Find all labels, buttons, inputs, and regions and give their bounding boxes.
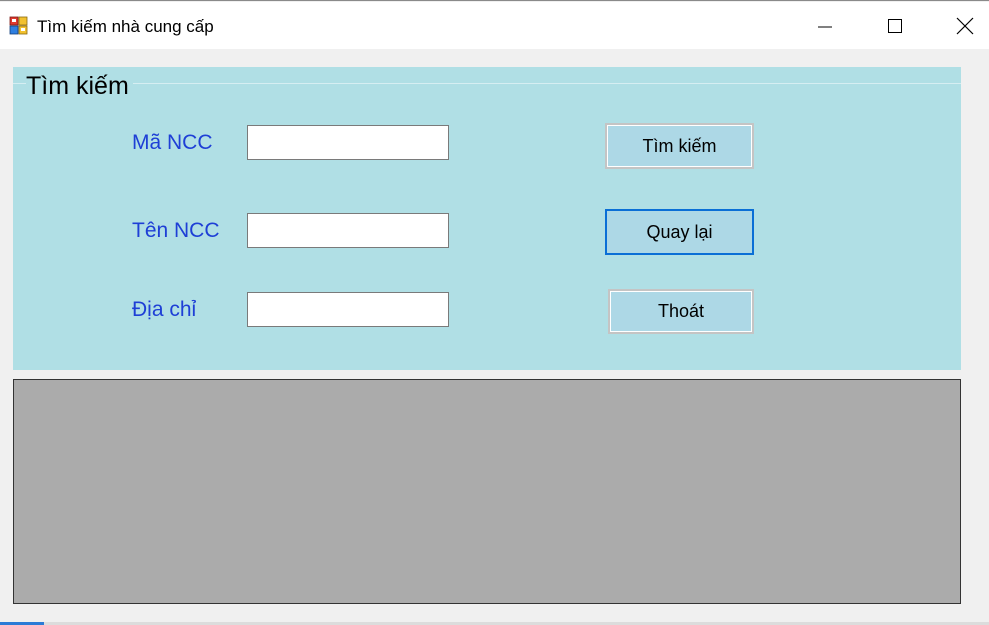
maximize-icon [888, 18, 902, 33]
maximize-button[interactable] [872, 2, 918, 49]
address-input[interactable] [247, 292, 449, 327]
supplier-name-label: Tên NCC [132, 219, 220, 242]
exit-button[interactable]: Thoát [608, 289, 754, 334]
search-button[interactable]: Tìm kiếm [605, 123, 754, 169]
minimize-icon [818, 26, 832, 27]
supplier-code-input[interactable] [247, 125, 449, 160]
results-datagrid[interactable] [13, 379, 961, 604]
groupbox-title: Tìm kiếm [26, 71, 133, 101]
address-label: Địa chỉ [132, 298, 197, 321]
search-groupbox: Tìm kiếm Mã NCC Tên NCC Địa chỉ Tìm kiếm… [13, 67, 961, 370]
winforms-app-icon [9, 16, 28, 35]
close-button[interactable] [942, 2, 988, 49]
supplier-code-label: Mã NCC [132, 131, 213, 154]
groupbox-border-line [13, 83, 961, 84]
minimize-button[interactable] [802, 2, 848, 49]
back-button[interactable]: Quay lại [605, 209, 754, 255]
title-bar[interactable]: Tìm kiếm nhà cung cấp [0, 2, 989, 49]
search-supplier-window: Tìm kiếm nhà cung cấp Tìm kiếm Mã NCC Tê… [0, 0, 989, 625]
close-icon [956, 17, 974, 34]
window-title: Tìm kiếm nhà cung cấp [37, 17, 214, 36]
supplier-name-input[interactable] [247, 213, 449, 248]
